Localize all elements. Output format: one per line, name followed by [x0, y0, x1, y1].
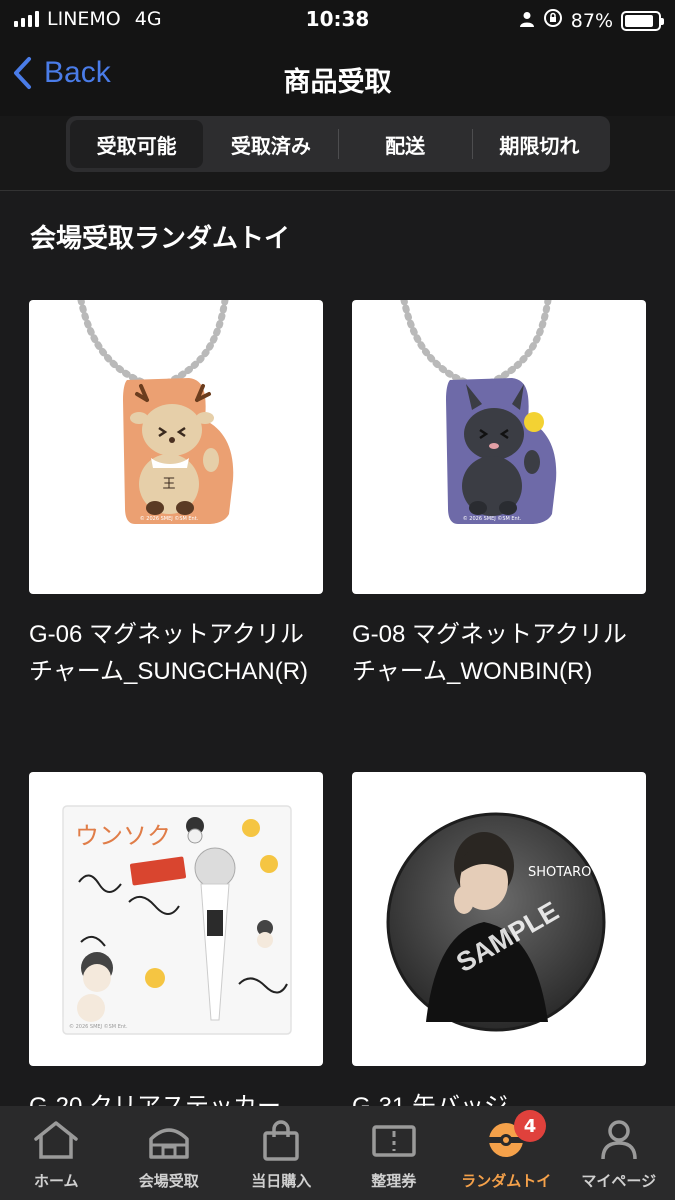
- notification-badge: 4: [514, 1110, 546, 1142]
- product-card[interactable]: ウンソク © 2026 SMEJ ©SM Ent. G-20 クリアステッ: [29, 772, 323, 1125]
- battery-fill: [625, 14, 653, 27]
- sticker-title: ウンソク: [75, 822, 171, 850]
- tabbar-label: 当日購入: [251, 1172, 312, 1190]
- tabbar-label: ランダムトイ: [461, 1172, 552, 1190]
- tab-available[interactable]: 受取可能: [70, 120, 204, 168]
- orientation-lock-icon: [543, 8, 563, 33]
- tab-received[interactable]: 受取済み: [204, 120, 337, 168]
- person-icon: [595, 1116, 643, 1164]
- tabbar-item-mypage[interactable]: マイページ: [563, 1106, 675, 1200]
- badge-name-text: SHOTARO: [528, 865, 591, 880]
- tabbar-item-random-toy[interactable]: 4 ランダムトイ: [450, 1106, 563, 1200]
- product-card[interactable]: SHOTARO SAMPLE G-31 缶バッジ: [352, 772, 646, 1125]
- copyright-text: © 2026 SMEJ ©SM Ent.: [140, 515, 199, 522]
- tabbar-item-purchase[interactable]: 当日購入: [225, 1106, 338, 1200]
- bag-icon: [257, 1116, 305, 1164]
- tabbar-item-ticket[interactable]: 整理券: [338, 1106, 451, 1200]
- product-image-can-badge[interactable]: SHOTARO SAMPLE: [352, 772, 646, 1066]
- tab-delivery[interactable]: 配送: [339, 120, 472, 168]
- segmented-tabs: 受取可能 受取済み 配送 期限切れ: [66, 116, 610, 172]
- product-image-clear-sticker[interactable]: ウンソク © 2026 SMEJ ©SM Ent.: [29, 772, 323, 1066]
- copyright-text: © 2026 SMEJ ©SM Ent.: [463, 515, 522, 522]
- person-status-icon: [519, 10, 535, 32]
- battery-percent: 87%: [570, 9, 613, 32]
- nav-bar: Back 商品受取: [0, 38, 675, 116]
- venue-icon: [145, 1116, 193, 1164]
- section-title: 会場受取ランダムトイ: [30, 224, 291, 254]
- ticket-icon: [370, 1116, 418, 1164]
- battery-icon: [621, 10, 664, 31]
- tabbar-item-venue[interactable]: 会場受取: [113, 1106, 226, 1200]
- tab-expired[interactable]: 期限切れ: [473, 120, 606, 168]
- product-name[interactable]: G-08 マグネットアクリルチャーム_WONBIN(R): [352, 616, 646, 690]
- tabbar-item-home[interactable]: ホーム: [0, 1106, 113, 1200]
- bottom-tab-bar: ホーム 会場受取 当日購入 整理券 4 ランダムトイ マイページ: [0, 1106, 675, 1200]
- product-card[interactable]: 王 © 2026 SMEJ ©SM Ent. G-06 マグネットアクリルチャー…: [29, 300, 323, 690]
- svg-text:王: 王: [162, 477, 175, 492]
- product-image-black-cat-charm[interactable]: © 2026 SMEJ ©SM Ent.: [352, 300, 646, 594]
- copyright-text: © 2026 SMEJ ©SM Ent.: [69, 1023, 128, 1030]
- tabbar-label: 整理券: [371, 1172, 417, 1190]
- tabbar-label: 会場受取: [138, 1172, 199, 1190]
- home-icon: [32, 1116, 80, 1164]
- status-bar: LINEMO 4G 10:38 87%: [0, 0, 675, 38]
- product-name[interactable]: G-06 マグネットアクリルチャーム_SUNGCHAN(R): [29, 616, 323, 690]
- tabbar-label: マイページ: [581, 1172, 657, 1190]
- status-right: 87%: [519, 8, 664, 33]
- tab-area: 受取可能 受取済み 配送 期限切れ: [0, 116, 675, 191]
- page-title: 商品受取: [283, 67, 392, 98]
- tabbar-label: ホーム: [33, 1172, 79, 1190]
- product-card[interactable]: © 2026 SMEJ ©SM Ent. G-08 マグネットアクリルチャーム_…: [352, 300, 646, 690]
- product-image-reindeer-charm[interactable]: 王 © 2026 SMEJ ©SM Ent.: [29, 300, 323, 594]
